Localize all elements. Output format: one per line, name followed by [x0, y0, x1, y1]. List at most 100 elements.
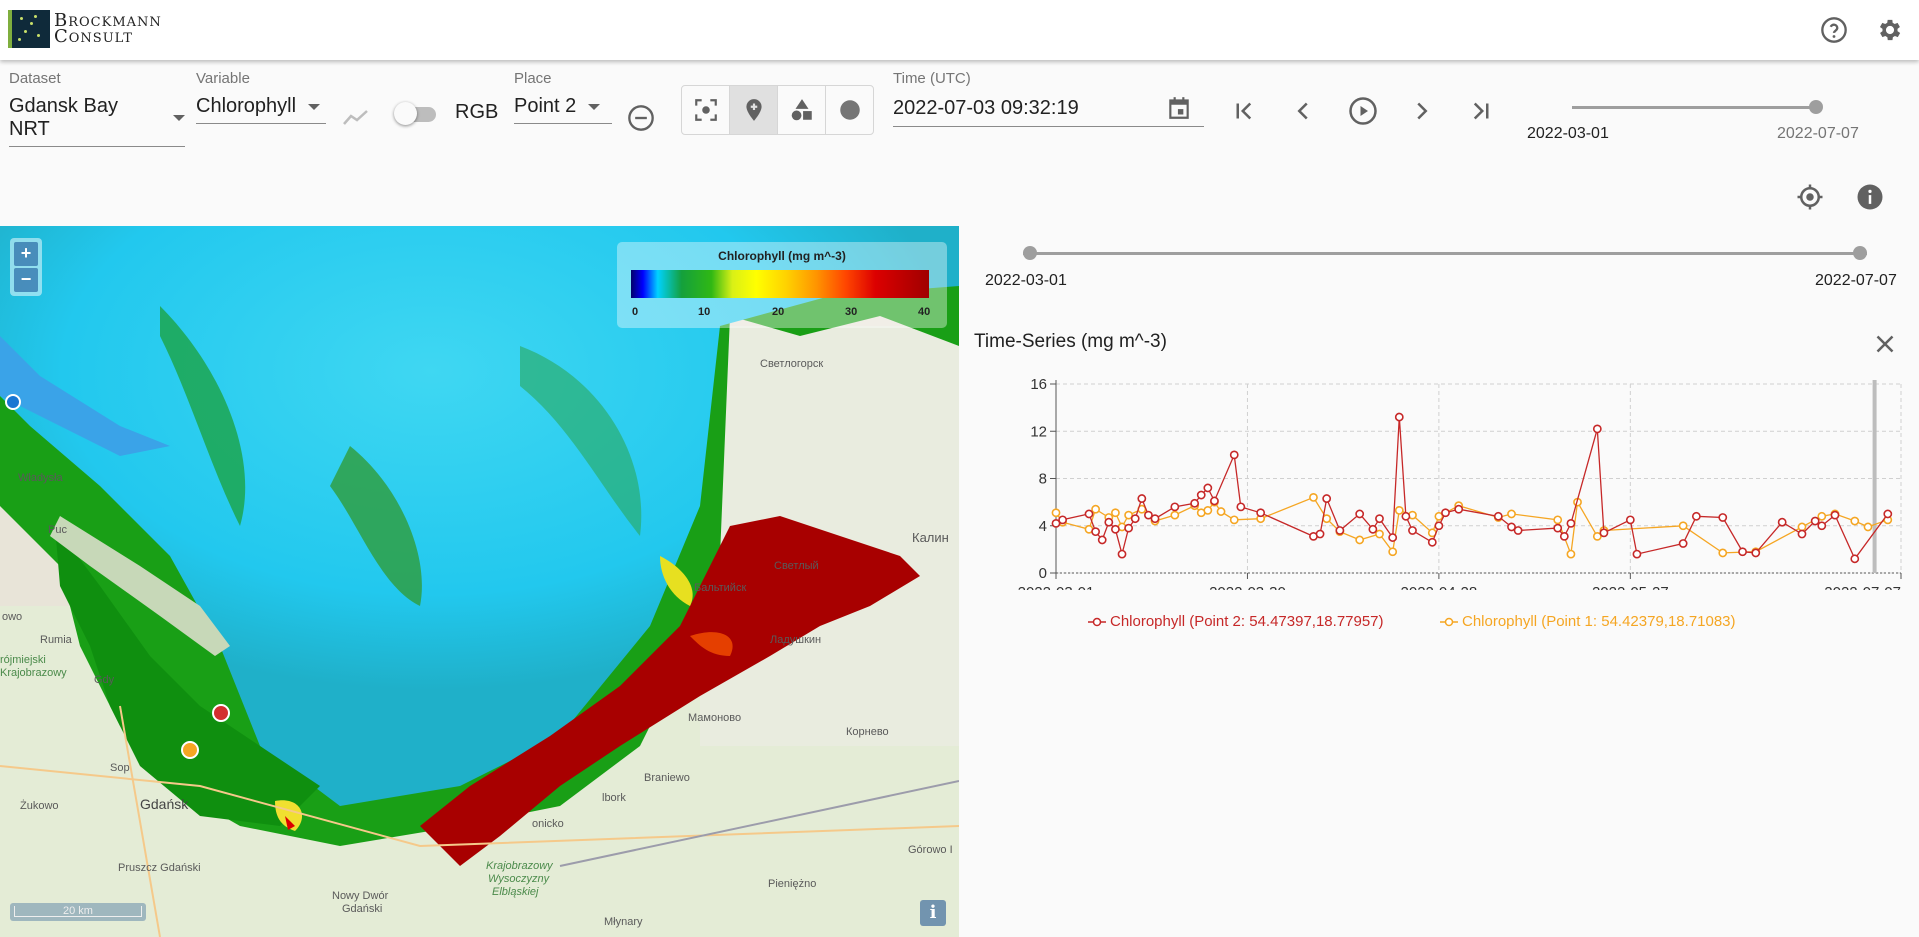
map-label: owo: [2, 611, 23, 623]
legend-item-point1[interactable]: Chlorophyll (Point 1: 54.42379,18.71083): [1440, 613, 1736, 630]
y-tick-label: 0: [1039, 565, 1047, 582]
place-label: Place: [514, 70, 552, 87]
rgb-label: RGB: [455, 101, 499, 123]
add-point-icon: [745, 99, 762, 121]
data-point: [1256, 508, 1266, 518]
data-point: [1130, 514, 1140, 524]
attribution-button[interactable]: i: [920, 900, 946, 926]
info-panel-button[interactable]: [1855, 182, 1885, 217]
add-point-tool-button[interactable]: [730, 86, 778, 134]
zoom-out-button[interactable]: −: [14, 268, 38, 292]
map-label: Górowo I: [908, 844, 953, 856]
map-label: Светлый: [774, 560, 819, 572]
slider-thumb-end[interactable]: [1853, 246, 1867, 260]
data-point: [1203, 483, 1213, 493]
toggle-thumb: [394, 102, 417, 125]
map-label: Бальтийск: [694, 582, 747, 594]
next-step-button[interactable]: [1407, 96, 1437, 126]
map-view[interactable]: Светлогорск Калин Władysła Puc Rumia Gdy…: [0, 226, 959, 937]
map-label: onicko: [532, 818, 564, 830]
data-point: [1322, 514, 1332, 524]
data-point: [1394, 412, 1404, 422]
remove-place-button[interactable]: [627, 104, 655, 137]
legend-tick: 0: [632, 306, 639, 318]
map-label: Krajobrazowy: [0, 667, 67, 679]
show-timeseries-button[interactable]: [342, 106, 370, 133]
data-point: [1566, 549, 1576, 559]
timeseries-title: Time-Series (mg m^-3): [974, 331, 1167, 352]
dataset-select[interactable]: Dataset Gdansk Bay NRT: [9, 70, 185, 147]
close-timeseries-button[interactable]: [1870, 329, 1900, 364]
slider-thumb[interactable]: [1809, 100, 1823, 114]
variable-select[interactable]: Variable Chlorophyll: [196, 70, 326, 124]
x-tick-label: 2022-04-28: [1401, 584, 1478, 590]
zoom-in-button[interactable]: +: [14, 242, 38, 266]
data-point: [1229, 515, 1239, 525]
data-point: [1751, 548, 1761, 558]
prev-step-button[interactable]: [1288, 96, 1318, 126]
app-bar: Brockmann Consult: [0, 0, 1919, 60]
data-point: [1559, 531, 1569, 541]
data-point: [1427, 537, 1437, 547]
shape-tool-button[interactable]: [778, 86, 826, 134]
logo-line-2: Consult: [54, 26, 133, 47]
data-point: [1229, 450, 1239, 460]
map-label: Władysła: [18, 472, 63, 484]
slider-thumb-start[interactable]: [1023, 246, 1037, 260]
play-button[interactable]: [1348, 96, 1378, 126]
time-label: Time (UTC): [893, 70, 971, 87]
rgb-toggle[interactable]: [394, 100, 440, 128]
data-point: [1810, 516, 1820, 526]
data-point: [1355, 509, 1365, 519]
data-point: [1124, 523, 1134, 533]
legend-item-point2[interactable]: Chlorophyll (Point 2: 54.47397,18.77957): [1088, 613, 1384, 630]
data-point: [1507, 509, 1516, 519]
zoom-to-place-button[interactable]: [1795, 182, 1825, 217]
chevron-down-icon: [308, 103, 321, 110]
line-chart-icon: [343, 110, 368, 125]
remove-circle-icon: [628, 105, 654, 131]
variable-value: Chlorophyll: [196, 95, 297, 117]
map-label: rójmiejski: [0, 654, 46, 666]
data-point: [1632, 549, 1642, 559]
data-point: [1553, 515, 1563, 525]
data-point: [1678, 539, 1688, 548]
map-label: Калин: [912, 530, 949, 545]
current-time-marker: [1872, 380, 1877, 573]
chevron-down-icon: [588, 103, 601, 110]
y-tick-label: 4: [1039, 518, 1047, 535]
data-point: [1216, 507, 1226, 516]
settings-button[interactable]: [1876, 16, 1904, 44]
map-label: Pieniężno: [768, 878, 817, 890]
place-select[interactable]: Place Point 2: [514, 70, 612, 124]
calendar-icon[interactable]: [1166, 95, 1192, 121]
legend-tick: 30: [845, 306, 858, 318]
data-point: [1335, 526, 1345, 535]
time-field[interactable]: Time (UTC) 2022-07-03 09:32:19: [893, 70, 1204, 127]
time-range-slider-toolbar[interactable]: [1572, 93, 1823, 123]
data-point: [1111, 524, 1120, 534]
select-tool-button[interactable]: [682, 86, 730, 134]
scale-bar: 20 km: [10, 903, 146, 921]
data-point: [1097, 535, 1107, 545]
data-point: [1817, 511, 1827, 521]
timeseries-chart[interactable]: 0 4 8 12 16 2022-03-01 2022-03-30 2022-04-28 202…: [976, 370, 1916, 590]
last-step-button[interactable]: [1466, 96, 1496, 126]
map-label: Gdański: [342, 903, 383, 915]
map-label: Gdańsk: [140, 796, 189, 812]
circle-tool-button[interactable]: [826, 86, 873, 134]
data-point: [1718, 513, 1728, 522]
last-page-icon: [1473, 102, 1489, 120]
circle-icon: [839, 100, 860, 120]
data-point: [1111, 508, 1120, 518]
play-circle-icon: [1349, 97, 1377, 125]
data-point: [1375, 529, 1384, 539]
first-step-button[interactable]: [1229, 96, 1259, 126]
help-button[interactable]: [1820, 16, 1848, 44]
time-range-slider-panel[interactable]: [1023, 239, 1867, 269]
x-tick-label: 2022-07-07: [1824, 584, 1901, 590]
map-label: Wysoczyzny: [488, 873, 550, 885]
data-point: [1592, 424, 1602, 434]
place-value: Point 2: [514, 95, 577, 117]
data-point: [1863, 522, 1873, 532]
